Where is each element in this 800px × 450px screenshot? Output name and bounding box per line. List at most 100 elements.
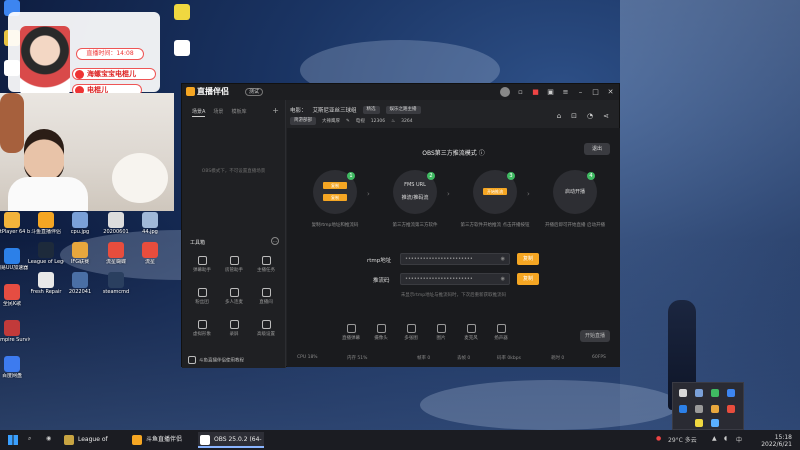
- bottom-tool[interactable]: 直播弹幕: [339, 324, 363, 341]
- user-avatar[interactable]: [500, 87, 510, 97]
- tool-item[interactable]: 多人连麦: [218, 288, 250, 310]
- tab-scene-a[interactable]: 场景A: [192, 108, 206, 117]
- tray-app-icon[interactable]: [695, 419, 703, 427]
- tool-item[interactable]: 录屏: [218, 320, 250, 342]
- tool-label: 虚拟形象: [193, 332, 211, 337]
- rtmp-input[interactable]: ••••••••••••••••••••••• ◉: [400, 253, 510, 265]
- tool-item[interactable]: 主播任务: [250, 256, 282, 278]
- bottom-tool[interactable]: 麦克风: [459, 324, 483, 341]
- taskbar-app[interactable]: 斗鱼直播伴侣: [130, 432, 196, 448]
- tray-app-icon[interactable]: [695, 405, 703, 413]
- app-icon: [4, 356, 20, 372]
- tray-app-icon[interactable]: [711, 419, 719, 427]
- desktop-icon[interactable]: 斗鱼直播伴侣: [28, 212, 64, 235]
- chrome-icon[interactable]: ◉: [46, 435, 51, 442]
- tag-featured[interactable]: 精选: [362, 106, 380, 114]
- exit-button[interactable]: 退出: [584, 143, 610, 155]
- desktop-icon[interactable]: 全民K歌: [0, 284, 30, 307]
- add-scene-icon[interactable]: +: [272, 106, 279, 115]
- stream-timer: 直播时间：14:08: [76, 48, 144, 60]
- desktop-icon[interactable]: cpu.jpg: [62, 212, 98, 235]
- copy-stream-key-button[interactable]: 复制: [517, 273, 539, 285]
- tray-app-icon[interactable]: [711, 405, 719, 413]
- tab-scene[interactable]: 场景: [213, 108, 223, 117]
- desktop-icon[interactable]: Fresh Repair: [28, 272, 64, 295]
- settings-icon[interactable]: ≡: [561, 88, 570, 97]
- tool-item[interactable]: 房管助手: [218, 256, 250, 278]
- more-tools-icon[interactable]: …: [271, 237, 279, 245]
- desktop-icon[interactable]: League of Legends: [28, 242, 64, 265]
- desktop-icon[interactable]: 流星蝴蝶: [98, 242, 134, 265]
- start-stream-button[interactable]: 开始直播: [580, 330, 610, 342]
- chat-icon[interactable]: ▣: [546, 88, 555, 97]
- tray-app-icon[interactable]: [695, 389, 703, 397]
- help-icon[interactable]: ⓘ: [479, 150, 485, 157]
- lock-icon[interactable]: ⊡: [571, 112, 577, 120]
- tool-item[interactable]: 粉丝团: [186, 288, 218, 310]
- tab-templates[interactable]: 模板库: [231, 108, 246, 117]
- tag-category[interactable]: 娱乐之路主播: [385, 106, 421, 114]
- stream-key-input[interactable]: ••••••••••••••••••••••• ◉: [400, 273, 510, 285]
- network-icon[interactable]: ▲: [712, 435, 717, 442]
- close-icon[interactable]: ✕: [606, 88, 615, 97]
- taskbar-app[interactable]: League of Legends: [62, 432, 128, 448]
- tray-app-icon[interactable]: [727, 389, 735, 397]
- heat-count: 3264: [401, 118, 413, 124]
- version-badge[interactable]: 测试: [245, 88, 264, 96]
- search-icon[interactable]: ⌕: [28, 435, 31, 443]
- bottom-tool-label: 摄像头: [374, 336, 388, 341]
- desktop-icon[interactable]: 百度网盘: [0, 356, 30, 379]
- bottom-tool-label: 图片: [436, 336, 446, 341]
- share-icon[interactable]: ⋖: [603, 112, 609, 120]
- tool-item[interactable]: 虚拟形象: [186, 320, 218, 342]
- start-menu-icon[interactable]: [8, 435, 18, 445]
- bottom-tool[interactable]: 多张图: [399, 324, 423, 341]
- room-title[interactable]: 艾斯尼亚丝三球组: [313, 106, 357, 114]
- desktop-icon[interactable]: 网易UU加速器: [0, 248, 30, 271]
- minimize-icon[interactable]: –: [576, 88, 585, 97]
- visibility-icon[interactable]: ◉: [501, 254, 505, 264]
- visibility-icon[interactable]: ◉: [501, 274, 505, 284]
- bottom-tool[interactable]: 图片: [429, 324, 453, 341]
- bell-icon[interactable]: ◔: [587, 112, 593, 120]
- recording-icon[interactable]: ●: [656, 435, 661, 442]
- tray-app-icon[interactable]: [679, 405, 687, 413]
- bottom-tool[interactable]: 摄像头: [369, 324, 393, 341]
- tutorial-link[interactable]: 斗鱼直播伴侣使用教程: [188, 356, 244, 364]
- gift-icon[interactable]: ■: [531, 88, 540, 97]
- desktop-icon[interactable]: steamcmd: [98, 272, 134, 295]
- weather-text[interactable]: 29°C 多云: [668, 435, 697, 444]
- desktop-icon[interactable]: [164, 40, 200, 57]
- tool-icon: [229, 288, 239, 297]
- desktop-icon[interactable]: [164, 4, 200, 21]
- app-icon: [4, 212, 20, 228]
- tray-app-icon[interactable]: [711, 389, 719, 397]
- tool-item[interactable]: 直播间: [250, 288, 282, 310]
- volume-icon[interactable]: ◖: [724, 435, 727, 442]
- shop-icon[interactable]: ⌂: [557, 112, 561, 120]
- ime-icon[interactable]: 中: [736, 435, 742, 444]
- clock[interactable]: 15:18 2022/6/21: [761, 434, 792, 448]
- maximize-icon[interactable]: □: [591, 88, 600, 97]
- desktop-icon[interactable]: 44.jpg: [132, 212, 168, 235]
- taskbar-app-icon: [200, 435, 210, 445]
- tray-app-icon[interactable]: [679, 389, 687, 397]
- desktop-icon[interactable]: Vampire Survivors: [0, 320, 30, 343]
- tray-app-icon[interactable]: [727, 405, 735, 413]
- notification-icon[interactable]: ▫: [516, 88, 525, 97]
- desktop-icon[interactable]: 2022041: [62, 272, 98, 295]
- copy-rtmp-button[interactable]: 复制: [517, 253, 539, 265]
- desktop-icon[interactable]: IFG联赛: [62, 242, 98, 265]
- row2-tag[interactable]: 简游部部: [290, 117, 316, 125]
- desktop-icon[interactable]: 20200601: [98, 212, 134, 235]
- step-number: 2: [427, 172, 435, 180]
- title-bar[interactable]: 直播伴侣 测试 ▫ ■ ▣ ≡ – □ ✕: [182, 84, 619, 100]
- bottom-tool[interactable]: 扬声器: [489, 324, 513, 341]
- tool-item[interactable]: 高级设置: [250, 320, 282, 342]
- edit-icon[interactable]: ✎: [346, 119, 350, 124]
- desktop-icon[interactable]: PotPlayer 64 bit: [0, 212, 30, 235]
- tool-icon: [229, 320, 239, 329]
- tool-item[interactable]: 弹幕助手: [186, 256, 218, 278]
- taskbar-app[interactable]: OBS 25.0.2 (64-bi...: [198, 432, 264, 448]
- desktop-icon[interactable]: 流星: [132, 242, 168, 265]
